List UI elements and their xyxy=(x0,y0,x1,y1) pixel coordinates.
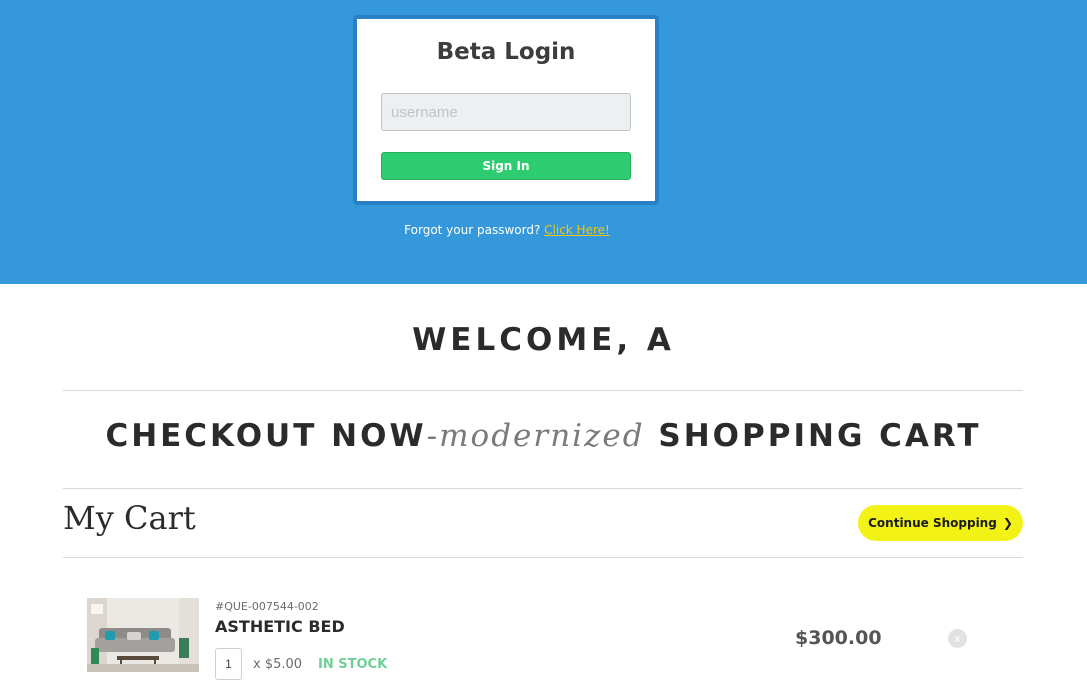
forgot-password-text: Forgot your password? Click Here! xyxy=(0,223,1014,237)
headline-accent: -modernized xyxy=(426,418,645,454)
stock-status: IN STOCK xyxy=(318,657,388,672)
product-image[interactable] xyxy=(87,598,199,672)
product-sku: #QUE-007544-002 xyxy=(215,600,319,613)
product-name[interactable]: ASTHETIC BED xyxy=(215,617,345,636)
forgot-password-link[interactable]: Click Here! xyxy=(544,223,610,237)
headline-part-1: CHECKOUT NOW xyxy=(105,418,427,454)
divider xyxy=(63,557,1023,558)
remove-item-button[interactable]: x xyxy=(948,629,967,648)
divider xyxy=(63,488,1023,489)
welcome-heading: WELCOME, A xyxy=(412,322,675,358)
login-banner: Beta Login Sign In Forgot your password?… xyxy=(0,0,1087,284)
continue-shopping-button[interactable]: Continue Shopping ❯ xyxy=(858,505,1023,541)
line-total: $300.00 xyxy=(795,627,882,649)
headline-part-2: SHOPPING CART xyxy=(658,418,982,454)
continue-shopping-label: Continue Shopping xyxy=(868,516,997,530)
login-title: Beta Login xyxy=(436,39,576,65)
unit-price: x $5.00 xyxy=(253,657,303,672)
sign-in-button[interactable]: Sign In xyxy=(381,152,631,180)
chevron-right-icon: ❯ xyxy=(1002,516,1013,530)
quantity-value: 1 xyxy=(225,657,232,671)
checkout-headline: CHECKOUT NOW-modernized SHOPPING CART xyxy=(0,418,1087,454)
login-card: Beta Login Sign In xyxy=(353,15,659,205)
forgot-password-label: Forgot your password? xyxy=(404,223,541,237)
divider xyxy=(63,390,1023,391)
cart-title: My Cart xyxy=(63,499,196,537)
sofa-product-image xyxy=(87,598,199,672)
username-input[interactable] xyxy=(381,93,631,131)
quantity-select[interactable]: 1 xyxy=(215,648,242,680)
